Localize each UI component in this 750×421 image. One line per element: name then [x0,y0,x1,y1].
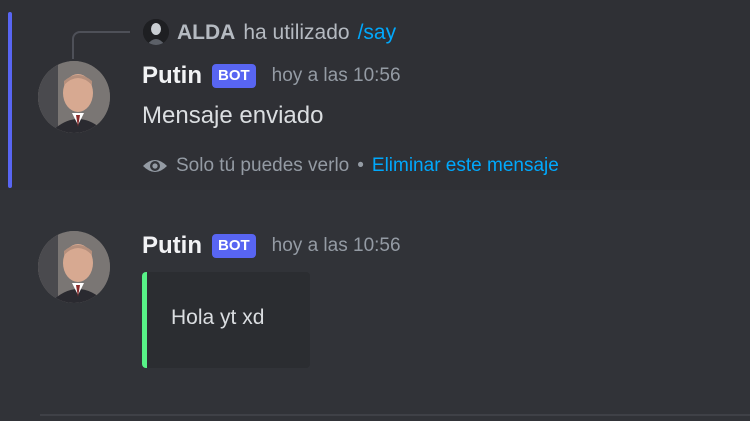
username[interactable]: Putin [142,62,202,90]
profile-photo-icon [38,231,110,303]
slash-command[interactable]: /say [358,21,397,45]
timestamp: hoy a las 10:56 [271,235,401,256]
reply-action-text: ha utilizado [243,21,350,44]
user-avatar-icon [143,19,169,45]
avatar[interactable] [38,231,110,303]
bot-badge: BOT [212,234,256,258]
delete-message-link[interactable]: Eliminar este mensaje [372,155,559,177]
message-embed: Hola yt xd [142,272,310,368]
embed-description: Hola yt xd [171,306,265,329]
bot-badge: BOT [212,64,256,88]
message-content: Mensaje enviado [142,102,324,129]
username[interactable]: Putin [142,232,202,260]
eye-icon [143,160,167,172]
embed-accent-bar [142,272,147,368]
ephemeral-notice: Solo tú puedes verlo • Eliminar este men… [142,152,559,180]
highlight-bar [8,12,12,188]
avatar[interactable] [38,61,110,133]
profile-photo-icon [38,61,110,133]
ephemeral-text: Solo tú puedes verlo [176,155,350,176]
message-header: Putin BOT hoy a las 10:56 [142,229,401,263]
reply-username[interactable]: ALDA [177,21,235,45]
divider [40,414,750,416]
reply-connector [72,31,130,59]
separator-dot: • [357,155,364,176]
reply-avatar[interactable] [143,19,169,45]
message-header: Putin BOT hoy a las 10:56 [142,59,401,93]
command-reply-context: ALDA ha utilizado /say [177,19,396,47]
timestamp: hoy a las 10:56 [271,65,401,86]
